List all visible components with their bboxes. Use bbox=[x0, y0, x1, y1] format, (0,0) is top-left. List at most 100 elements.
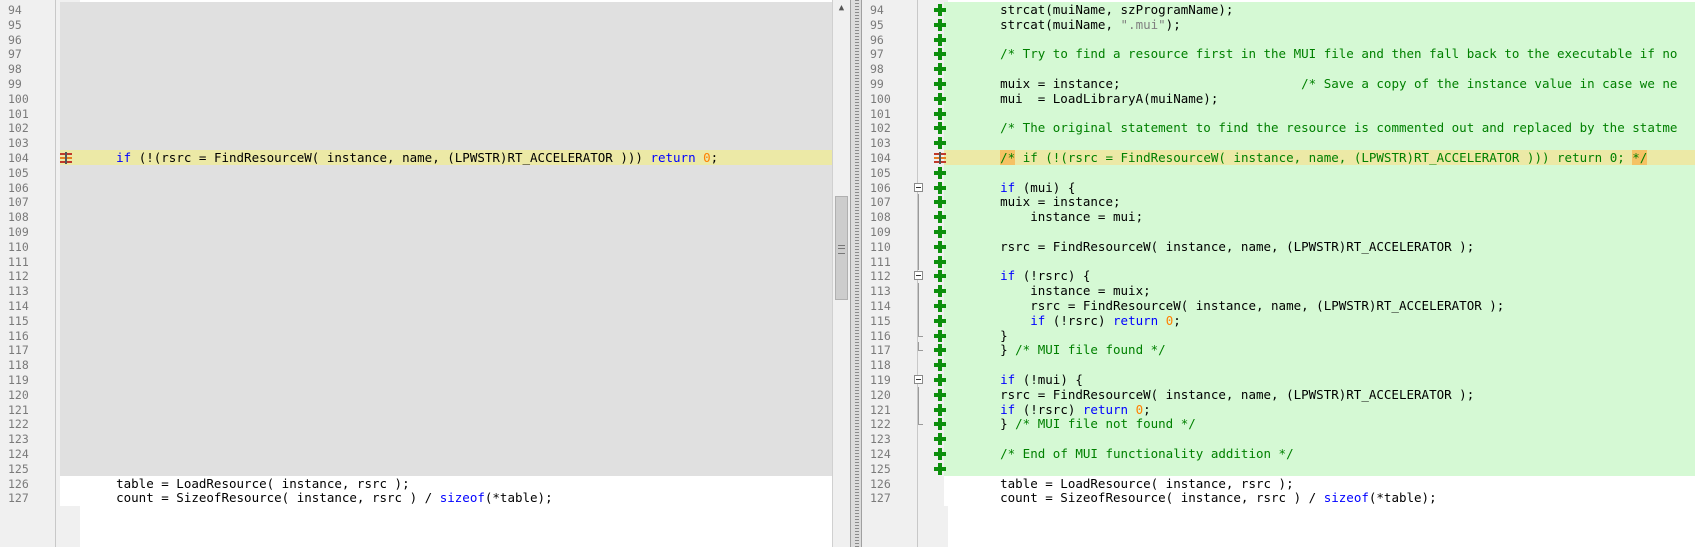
code-text[interactable]: if (mui) { bbox=[970, 180, 1695, 196]
code-line[interactable]: 99 muix = instance; /* Save a copy of th… bbox=[862, 76, 1695, 92]
code-line[interactable]: 125 bbox=[862, 460, 1695, 477]
code-text[interactable] bbox=[86, 431, 832, 447]
code-line[interactable]: 117 bbox=[0, 342, 832, 359]
code-line[interactable]: 99 bbox=[0, 76, 832, 92]
code-line[interactable]: 104 /* if (!(rsrc = FindResourceW( insta… bbox=[862, 150, 1695, 166]
code-line[interactable]: 106 bbox=[0, 179, 832, 196]
code-line[interactable]: 114 rsrc = FindResourceW( instance, name… bbox=[862, 298, 1695, 314]
code-line[interactable]: 113 instance = muix; bbox=[862, 283, 1695, 300]
code-line[interactable]: 94 strcat(muiName, szProgramName); bbox=[862, 2, 1695, 18]
code-line[interactable]: 109 bbox=[0, 224, 832, 240]
code-line[interactable]: 105 bbox=[0, 164, 832, 181]
code-text[interactable] bbox=[86, 461, 832, 477]
code-text[interactable] bbox=[970, 357, 1695, 373]
code-text[interactable] bbox=[86, 357, 832, 373]
code-line[interactable]: 111 bbox=[862, 253, 1695, 270]
code-text[interactable] bbox=[86, 224, 832, 240]
code-text[interactable] bbox=[970, 224, 1695, 240]
code-text[interactable] bbox=[86, 416, 832, 432]
code-text[interactable] bbox=[86, 446, 832, 462]
code-line[interactable]: 98 bbox=[0, 61, 832, 78]
code-line[interactable]: 106 if (mui) { bbox=[862, 179, 1695, 196]
code-line[interactable]: 113 bbox=[0, 283, 832, 300]
code-line[interactable]: 103 bbox=[0, 135, 832, 152]
code-line[interactable]: 102 bbox=[0, 120, 832, 137]
code-line[interactable]: 127 count = SizeofResource( instance, rs… bbox=[0, 490, 832, 507]
code-line[interactable]: 123 bbox=[0, 431, 832, 448]
code-line[interactable]: 97 /* Try to find a resource first in th… bbox=[862, 46, 1695, 63]
code-line[interactable]: 115 bbox=[0, 312, 832, 329]
code-line[interactable]: 112 if (!rsrc) { bbox=[862, 268, 1695, 285]
code-text[interactable]: /* if (!(rsrc = FindResourceW( instance,… bbox=[970, 150, 1695, 166]
code-text[interactable] bbox=[86, 91, 832, 107]
code-text[interactable]: /* End of MUI functionality addition */ bbox=[970, 446, 1695, 462]
code-text[interactable]: muix = instance; bbox=[970, 194, 1695, 210]
code-text[interactable] bbox=[86, 239, 832, 255]
code-text[interactable] bbox=[86, 402, 832, 418]
code-line[interactable]: 98 bbox=[862, 61, 1695, 78]
code-line[interactable]: 116 } bbox=[862, 327, 1695, 344]
code-text[interactable]: if (!rsrc) return 0; bbox=[970, 402, 1695, 418]
code-line[interactable]: 126 table = LoadResource( instance, rsrc… bbox=[0, 475, 832, 492]
code-line[interactable]: 124 /* End of MUI functionality addition… bbox=[862, 446, 1695, 462]
code-text[interactable] bbox=[970, 61, 1695, 77]
code-text[interactable] bbox=[86, 342, 832, 358]
code-text[interactable] bbox=[86, 76, 832, 92]
code-text[interactable] bbox=[86, 46, 832, 62]
code-text[interactable] bbox=[86, 209, 832, 225]
code-text[interactable] bbox=[970, 165, 1695, 181]
code-text[interactable]: rsrc = FindResourceW( instance, name, (L… bbox=[970, 298, 1695, 314]
code-line[interactable]: 118 bbox=[862, 357, 1695, 374]
code-line[interactable]: 116 bbox=[0, 327, 832, 344]
code-line[interactable]: 95 bbox=[0, 16, 832, 33]
code-line[interactable]: 101 bbox=[862, 105, 1695, 122]
code-line[interactable]: 127 count = SizeofResource( instance, rs… bbox=[862, 490, 1695, 507]
fold-collapse-icon[interactable] bbox=[914, 375, 923, 384]
code-line[interactable]: 124 bbox=[0, 446, 832, 462]
code-text[interactable]: table = LoadResource( instance, rsrc ); bbox=[970, 476, 1695, 492]
code-line[interactable]: 97 bbox=[0, 46, 832, 63]
code-text[interactable] bbox=[86, 268, 832, 284]
code-text[interactable] bbox=[86, 120, 832, 136]
code-line[interactable]: 122 } /* MUI file not found */ bbox=[862, 416, 1695, 433]
vertical-scrollbar[interactable]: ▲ bbox=[832, 0, 850, 547]
code-text[interactable] bbox=[970, 461, 1695, 477]
scrollbar-thumb[interactable] bbox=[835, 196, 848, 300]
code-line[interactable]: 121 if (!rsrc) return 0; bbox=[862, 401, 1695, 418]
code-text[interactable] bbox=[86, 328, 832, 344]
code-text[interactable] bbox=[970, 135, 1695, 151]
code-text[interactable] bbox=[86, 106, 832, 122]
code-line[interactable]: 111 bbox=[0, 253, 832, 270]
code-text[interactable]: instance = mui; bbox=[970, 209, 1695, 225]
fold-collapse-icon[interactable] bbox=[914, 271, 923, 281]
right-editor-pane[interactable]: 94 strcat(muiName, szProgramName); 95 str… bbox=[862, 0, 1695, 547]
code-line[interactable]: 95 strcat(muiName, ".mui"); bbox=[862, 16, 1695, 33]
code-line[interactable]: 110 rsrc = FindResourceW( instance, name… bbox=[862, 238, 1695, 255]
code-line[interactable]: 122 bbox=[0, 416, 832, 433]
code-line[interactable]: 110 bbox=[0, 238, 832, 255]
code-text[interactable] bbox=[86, 32, 832, 48]
code-line[interactable]: 100 mui = LoadLibraryA(muiName); bbox=[862, 90, 1695, 107]
code-text[interactable] bbox=[86, 313, 832, 329]
code-line[interactable]: 103 bbox=[862, 135, 1695, 152]
code-text[interactable]: /* Try to find a resource first in the M… bbox=[970, 46, 1695, 62]
code-line[interactable]: 108 bbox=[0, 209, 832, 226]
code-text[interactable] bbox=[86, 165, 832, 181]
scroll-up-arrow[interactable]: ▲ bbox=[833, 0, 850, 17]
code-text[interactable]: /* The original statement to find the re… bbox=[970, 120, 1695, 136]
code-line[interactable]: 121 bbox=[0, 401, 832, 418]
code-text[interactable]: if (!rsrc) return 0; bbox=[970, 313, 1695, 329]
code-text[interactable]: strcat(muiName, ".mui"); bbox=[970, 17, 1695, 33]
code-text[interactable]: mui = LoadLibraryA(muiName); bbox=[970, 91, 1695, 107]
code-text[interactable] bbox=[970, 254, 1695, 270]
code-line[interactable]: 101 bbox=[0, 105, 832, 122]
code-line[interactable]: 107 bbox=[0, 194, 832, 211]
code-text[interactable] bbox=[86, 254, 832, 270]
pane-splitter[interactable] bbox=[850, 0, 862, 547]
code-text[interactable]: table = LoadResource( instance, rsrc ); bbox=[86, 476, 832, 492]
code-text[interactable] bbox=[970, 106, 1695, 122]
code-line[interactable]: 109 bbox=[862, 224, 1695, 240]
code-text[interactable] bbox=[970, 431, 1695, 447]
code-text[interactable]: if (!rsrc) { bbox=[970, 268, 1695, 284]
code-text[interactable] bbox=[86, 194, 832, 210]
